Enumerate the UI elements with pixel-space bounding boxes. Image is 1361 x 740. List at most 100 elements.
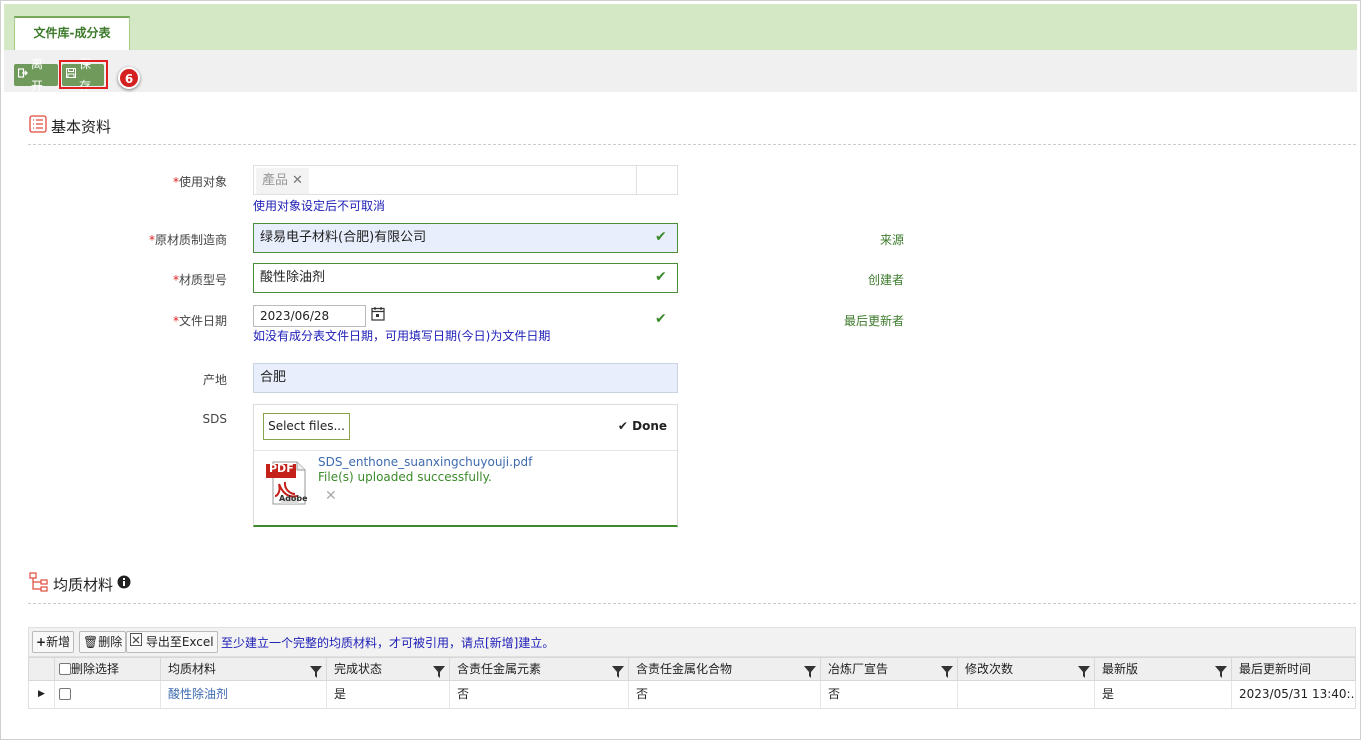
- column-header-material[interactable]: 均质材料: [161, 658, 327, 680]
- section-divider: [28, 144, 1356, 145]
- column-label: 最新版: [1102, 662, 1139, 676]
- done-label: Done: [632, 419, 667, 433]
- add-material-button[interactable]: +新增: [32, 631, 75, 653]
- leave-button[interactable]: 离开: [14, 57, 58, 93]
- manufacturer-input[interactable]: 绿易电子材料(合肥)有限公司: [253, 223, 678, 253]
- upload-done-status: ✔ Done: [618, 419, 667, 433]
- column-label: 含责任金属元素: [457, 662, 542, 676]
- model-value: 酸性除油剂: [260, 270, 326, 285]
- column-label: 修改次数: [965, 662, 1014, 676]
- doc-date-input[interactable]: 2023/06/28: [253, 305, 366, 327]
- status-cell: 是: [327, 681, 450, 708]
- select-all-checkbox[interactable]: [59, 663, 71, 675]
- column-header-smelter[interactable]: 冶炼厂宣告: [821, 658, 958, 680]
- filter-icon[interactable]: [1215, 663, 1227, 678]
- calendar-icon[interactable]: [369, 306, 387, 326]
- basic-info-heading: 基本资料: [29, 115, 111, 137]
- use-target-label: *使用对象: [172, 175, 227, 189]
- materials-grid-toolbar: +新增 🗑删除 导出至Excel 至少建立一个完整的均质材料，才可被引用，请点[…: [28, 627, 1356, 657]
- use-target-token-label: 產品: [262, 173, 289, 188]
- valid-check-icon: ✔: [655, 229, 667, 245]
- column-label: 删除选择: [71, 662, 120, 676]
- sds-label: SDS: [202, 412, 227, 426]
- valid-check-icon: ✔: [655, 269, 667, 285]
- tab-bar: 文件库-成分表: [4, 4, 1357, 50]
- material-link[interactable]: 酸性除油剂: [161, 681, 327, 708]
- doc-date-value: 2023/06/28: [260, 309, 330, 323]
- expand-row-icon[interactable]: ▶: [29, 681, 55, 708]
- plus-icon: +: [36, 635, 47, 649]
- save-button-highlight: [59, 60, 108, 89]
- sds-upload-box: Select files... ✔ Done PDF Adobe SDS_ent…: [253, 404, 678, 527]
- latest-cell: 是: [1095, 681, 1232, 708]
- column-label: 完成状态: [334, 662, 383, 676]
- list-icon: [29, 115, 47, 137]
- upload-status-text: File(s) uploaded successfully.: [318, 470, 492, 484]
- source-label: 来源: [879, 233, 904, 247]
- export-excel-button[interactable]: 导出至Excel: [126, 631, 218, 653]
- info-icon[interactable]: [117, 575, 131, 593]
- remove-file-icon[interactable]: ✕: [325, 488, 337, 504]
- manufacturer-label: *原材质制造商: [148, 233, 227, 247]
- materials-heading: 均质材料: [29, 572, 131, 596]
- filter-icon[interactable]: [433, 663, 445, 678]
- column-header-compound[interactable]: 含责任金属化合物: [629, 658, 821, 680]
- manufacturer-value: 绿易电子材料(合肥)有限公司: [260, 230, 427, 245]
- column-label: 冶炼厂宣告: [828, 662, 889, 676]
- origin-value: 合肥: [260, 370, 287, 385]
- filter-icon[interactable]: [310, 663, 322, 678]
- remove-token-icon[interactable]: ✕: [292, 173, 303, 188]
- origin-label: 产地: [202, 373, 227, 387]
- last-updater-label: 最后更新者: [843, 314, 904, 328]
- column-header-metal[interactable]: 含责任金属元素: [450, 658, 629, 680]
- exit-icon: [17, 64, 28, 86]
- upload-divider: [254, 450, 677, 451]
- excel-icon: [130, 633, 146, 649]
- row-select-checkbox[interactable]: [59, 688, 71, 700]
- model-input[interactable]: 酸性除油剂: [253, 263, 678, 293]
- basic-info-title: 基本资料: [51, 117, 112, 136]
- model-label: *材质型号: [172, 273, 227, 287]
- revisions-cell: [958, 681, 1095, 708]
- updated-cell: 2023/05/31 13:40:...: [1239, 687, 1355, 701]
- expand-column-header: [29, 658, 55, 680]
- filter-icon[interactable]: [941, 663, 953, 678]
- tab-document-library-composition[interactable]: 文件库-成分表: [14, 16, 130, 50]
- column-header-delete-select[interactable]: 删除选择: [55, 658, 161, 680]
- step-number-badge: 6: [118, 67, 140, 89]
- use-target-addon: [636, 165, 678, 195]
- column-label: 最后更新时间: [1239, 662, 1312, 676]
- select-files-button[interactable]: Select files...: [263, 413, 350, 440]
- toolbar: 离开 保存: [4, 50, 1357, 93]
- column-header-updated[interactable]: 最后更新时间: [1232, 658, 1355, 680]
- section-divider: [28, 603, 1356, 604]
- column-header-revisions[interactable]: 修改次数: [958, 658, 1095, 680]
- filter-icon[interactable]: [1078, 663, 1090, 678]
- use-target-input[interactable]: [253, 165, 637, 195]
- uploaded-file-name[interactable]: SDS_enthone_suanxingchuyouji.pdf: [318, 455, 532, 469]
- metal-cell: 否: [450, 681, 629, 708]
- adobe-badge-text: Adobe: [279, 494, 308, 503]
- use-target-hint: 使用对象设定后不可取消: [253, 199, 386, 213]
- leave-button-label: 离开: [31, 57, 44, 93]
- delete-material-button[interactable]: 🗑删除: [79, 631, 127, 653]
- compound-cell: 否: [629, 681, 821, 708]
- filter-icon[interactable]: [804, 663, 816, 678]
- trash-icon: 🗑: [83, 635, 99, 649]
- table-row: ▶ 酸性除油剂 是 否 否 否 是 2023/05/31 13:40:...: [28, 681, 1356, 709]
- column-label: 均质材料: [168, 662, 217, 676]
- column-label: 含责任金属化合物: [636, 662, 733, 676]
- valid-check-icon: ✔: [655, 311, 667, 327]
- export-label: 导出至Excel: [145, 635, 214, 649]
- materials-grid-header: 删除选择 均质材料 完成状态 含责任金属元素 含责任金属化合物 冶炼厂宣告 修改…: [28, 657, 1356, 681]
- add-label: 新增: [46, 635, 71, 649]
- use-target-token[interactable]: 產品 ✕: [256, 168, 309, 194]
- filter-icon[interactable]: [612, 663, 624, 678]
- delete-label: 删除: [98, 635, 123, 649]
- origin-input[interactable]: 合肥: [253, 363, 678, 393]
- pdf-badge-text: PDF: [269, 462, 294, 475]
- row-delete-cell: [55, 681, 161, 708]
- materials-hint: 至少建立一个完整的均质材料，才可被引用，请点[新增]建立。: [221, 636, 555, 650]
- column-header-latest[interactable]: 最新版: [1095, 658, 1232, 680]
- column-header-status[interactable]: 完成状态: [327, 658, 450, 680]
